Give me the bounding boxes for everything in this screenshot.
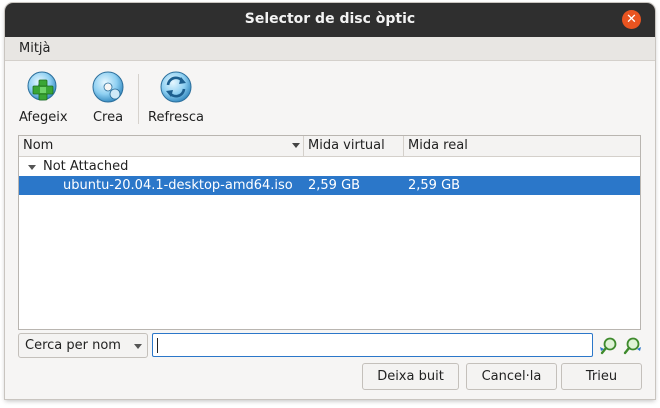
search-mode-label: Cerca per nom — [25, 338, 121, 353]
choose-button[interactable]: Trieu — [561, 363, 642, 390]
column-header-name[interactable]: Nom — [19, 136, 304, 156]
clear-button[interactable]: Deixa buit — [362, 363, 459, 390]
button-row: Deixa buit Cancel·la Trieu — [5, 363, 655, 391]
tree-group-not-attached[interactable]: Not Attached — [19, 158, 640, 176]
refresh-icon — [160, 71, 192, 103]
expand-arrow-icon[interactable] — [28, 165, 36, 170]
optical-disk-selector-dialog: Selector de disc òptic ✕ Mitjà Afegeix C… — [5, 3, 655, 399]
media-tree[interactable]: Nom Mida virtual Mida real Not Attached … — [18, 135, 641, 330]
column-header-actual-size[interactable]: Mida real — [404, 136, 640, 156]
add-button-label: Afegeix — [19, 110, 68, 125]
search-input[interactable] — [152, 333, 593, 357]
chevron-down-icon — [134, 344, 142, 349]
close-button[interactable]: ✕ — [622, 10, 641, 29]
menu-medium[interactable]: Mitjà — [19, 41, 51, 56]
column-header-name-label: Nom — [23, 138, 54, 153]
add-button[interactable]: Afegeix — [19, 70, 68, 125]
sort-descending-icon — [292, 143, 300, 148]
close-icon: ✕ — [626, 12, 637, 27]
toolbar-separator — [138, 74, 139, 124]
text-caret — [157, 338, 158, 353]
toolbar: Afegeix Crea Refresca — [5, 62, 655, 132]
search-mode-select[interactable]: Cerca per nom — [18, 333, 148, 358]
add-disc-icon — [27, 71, 57, 101]
row-virtual-size: 2,59 GB — [308, 178, 361, 193]
column-header-virtual-size-label: Mida virtual — [308, 138, 385, 153]
search-bar: Cerca per nom — [18, 333, 641, 359]
row-actual-size: 2,59 GB — [408, 178, 461, 193]
group-label: Not Attached — [43, 159, 129, 174]
table-row[interactable]: ubuntu-20.04.1-desktop-amd64.iso 2,59 GB… — [19, 176, 640, 195]
search-backward-icon[interactable] — [599, 336, 619, 356]
search-forward-icon[interactable] — [622, 336, 642, 356]
column-header-virtual-size[interactable]: Mida virtual — [304, 136, 404, 156]
table-header: Nom Mida virtual Mida real — [19, 136, 640, 157]
column-header-actual-size-label: Mida real — [408, 138, 468, 153]
create-button[interactable]: Crea — [91, 70, 125, 125]
window-title: Selector de disc òptic — [244, 11, 416, 27]
refresh-button[interactable]: Refresca — [148, 70, 204, 125]
row-name: ubuntu-20.04.1-desktop-amd64.iso — [63, 178, 293, 193]
titlebar[interactable]: Selector de disc òptic ✕ — [5, 3, 655, 37]
refresh-button-label: Refresca — [148, 110, 204, 125]
cancel-button[interactable]: Cancel·la — [466, 363, 557, 390]
menubar: Mitjà — [5, 37, 655, 61]
create-disc-icon — [92, 71, 124, 103]
create-button-label: Crea — [92, 110, 124, 125]
